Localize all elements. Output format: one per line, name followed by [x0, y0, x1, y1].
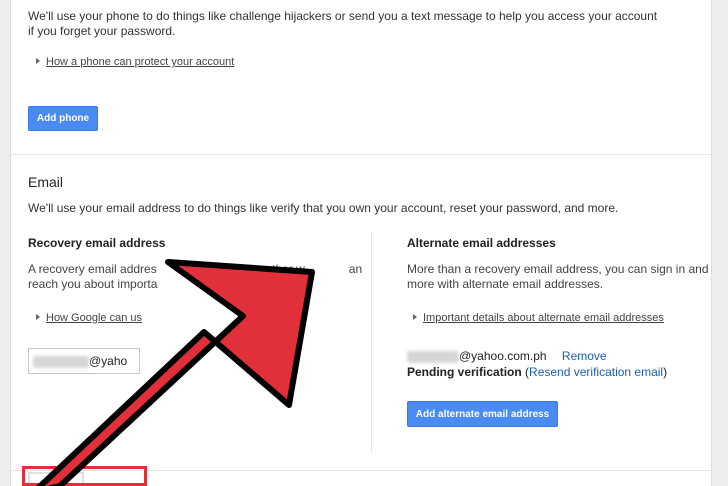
- recovery-info-expander-label: How Google can us: [46, 312, 142, 324]
- expand-triangle-icon: [413, 314, 417, 320]
- phone-protect-expander-label: How a phone can protect your account: [46, 56, 235, 68]
- remove-alternate-link[interactable]: Remove: [562, 349, 607, 363]
- alternate-desc-line2: more with alternate email addresses.: [407, 277, 604, 291]
- add-phone-button[interactable]: Add phone: [28, 106, 98, 131]
- column-separator: [371, 232, 372, 452]
- phone-intro-line2: if you forget your password.: [28, 24, 176, 38]
- phone-intro-line1: We'll use your phone to do things like c…: [28, 9, 658, 23]
- expand-triangle-icon: [36, 314, 40, 320]
- settings-card: We'll use your phone to do things like c…: [10, 0, 713, 486]
- recovery-desc-line1: A recovery email addres vides another w an: [28, 262, 363, 276]
- recovery-info-expander[interactable]: How Google can us: [36, 312, 142, 324]
- recovery-desc-line2: reach you about importa nges to yo: [28, 277, 269, 291]
- alternate-email-domain: @yahoo.com.ph: [459, 349, 547, 363]
- pending-row: Pending verification (Resend verificatio…: [407, 365, 668, 379]
- recovery-email-title: Recovery email address: [28, 236, 166, 250]
- email-section-title: Email: [28, 174, 64, 190]
- resend-verification-link[interactable]: Resend verification email: [529, 365, 663, 379]
- alternate-desc-line1: More than a recovery email address, you …: [407, 262, 709, 276]
- alternate-info-expander[interactable]: Important details about alternate email …: [413, 312, 664, 324]
- recovery-email-input[interactable]: @yaho: [28, 348, 140, 374]
- redacted-username: [33, 355, 89, 368]
- section-divider: [11, 154, 713, 155]
- expand-triangle-icon: [36, 58, 40, 64]
- pending-verification-label: Pending verification: [407, 365, 522, 379]
- alternate-info-expander-label: Important details about alternate email …: [423, 312, 664, 324]
- phone-protect-expander[interactable]: How a phone can protect your account: [36, 56, 234, 68]
- redacted-username: [407, 350, 459, 363]
- alternate-address-row: @yahoo.com.ph Remove: [407, 348, 607, 364]
- add-alternate-email-button[interactable]: Add alternate email address: [407, 401, 558, 427]
- email-description: We'll use your email address to do thing…: [28, 201, 619, 215]
- alternate-email-title: Alternate email addresses: [407, 236, 556, 250]
- highlight-box: [22, 466, 147, 486]
- recovery-email-domain: @yaho: [89, 354, 128, 368]
